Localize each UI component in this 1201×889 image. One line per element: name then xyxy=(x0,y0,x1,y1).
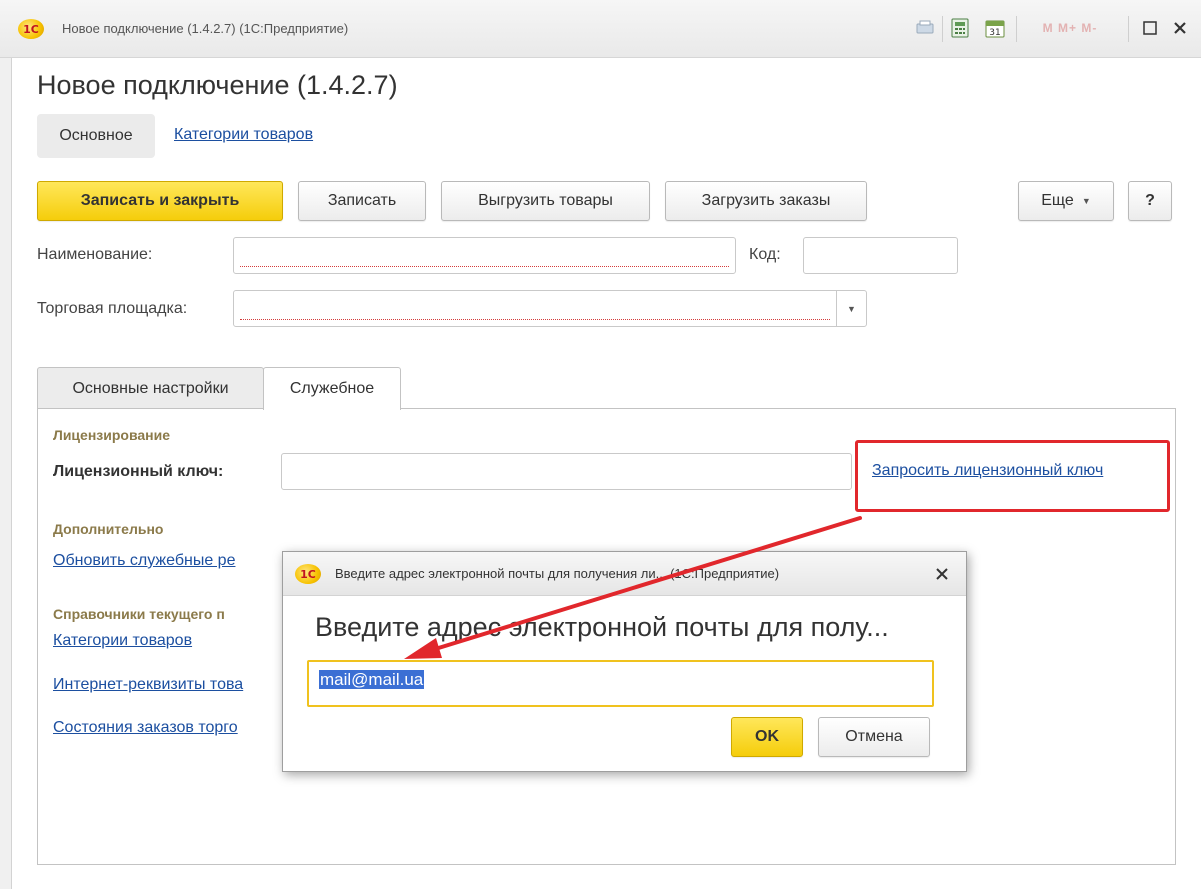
svg-text:31: 31 xyxy=(989,28,1000,38)
window-left-edge xyxy=(0,58,12,889)
window-title: Новое подключение (1.4.2.7) (1С:Предприя… xyxy=(62,21,349,36)
close-icon[interactable] xyxy=(1168,17,1192,39)
nav-link-categories[interactable]: Категории товаров xyxy=(174,126,313,144)
help-button[interactable]: ? xyxy=(1128,181,1172,221)
update-service-link[interactable]: Обновить служебные ре xyxy=(53,552,235,570)
licensing-header: Лицензирование xyxy=(53,427,171,443)
catalogs-header: Справочники текущего п xyxy=(53,606,225,622)
nav-main[interactable]: Основное xyxy=(37,114,155,158)
email-field[interactable]: mail@mail.ua xyxy=(307,660,934,707)
chevron-down-icon: ▼ xyxy=(1081,196,1091,206)
name-field[interactable] xyxy=(233,237,736,274)
save-close-button[interactable]: Записать и закрыть xyxy=(37,181,283,221)
license-key-field[interactable] xyxy=(281,453,852,490)
tab-basic-settings[interactable]: Основные настройки xyxy=(37,367,264,409)
email-value: mail@mail.ua xyxy=(319,670,425,689)
more-button[interactable]: Еще ▼ xyxy=(1018,181,1114,221)
highlight-box xyxy=(855,440,1170,512)
dialog-logo-icon: 1С xyxy=(295,564,321,584)
tab-service[interactable]: Служебное xyxy=(263,367,401,410)
maximize-icon[interactable] xyxy=(1138,17,1162,39)
email-dialog: 1С Введите адрес электронной почты для п… xyxy=(282,551,967,772)
cancel-button[interactable]: Отмена xyxy=(818,717,930,757)
dialog-close-icon[interactable] xyxy=(931,563,953,585)
page-title: Новое подключение (1.4.2.7) xyxy=(37,70,398,100)
toolbar-separator xyxy=(1128,16,1129,42)
load-orders-button[interactable]: Загрузить заказы xyxy=(665,181,867,221)
dialog-heading: Введите адрес электронной почты для полу… xyxy=(315,612,889,642)
catalog-link-internet-props[interactable]: Интернет-реквизиты това xyxy=(53,676,243,694)
calculator-icon[interactable] xyxy=(948,17,972,39)
catalog-link-order-states[interactable]: Состояния заказов торго xyxy=(53,719,238,737)
additional-header: Дополнительно xyxy=(53,521,164,537)
save-button[interactable]: Записать xyxy=(298,181,426,221)
toolbar-separator xyxy=(1016,16,1017,42)
memory-buttons-icon[interactable]: M M+ M- xyxy=(1025,17,1115,39)
upload-goods-button[interactable]: Выгрузить товары xyxy=(441,181,650,221)
app-logo-icon: 1С xyxy=(18,19,44,39)
more-label: Еще xyxy=(1041,192,1074,209)
name-label: Наименование: xyxy=(37,246,153,263)
marketplace-label: Торговая площадка: xyxy=(37,300,188,317)
dialog-title: Введите адрес электронной почты для полу… xyxy=(335,566,780,581)
print-preview-icon[interactable] xyxy=(912,17,938,39)
marketplace-select[interactable]: ▼ xyxy=(233,290,867,327)
code-label: Код: xyxy=(749,246,781,263)
calendar-icon[interactable]: 31 xyxy=(982,17,1008,39)
code-field[interactable] xyxy=(803,237,958,274)
license-key-label: Лицензионный ключ: xyxy=(53,463,224,480)
ok-button[interactable]: OK xyxy=(731,717,803,757)
catalog-link-categories[interactable]: Категории товаров xyxy=(53,632,192,650)
toolbar-separator xyxy=(942,16,943,42)
dropdown-arrow-icon[interactable]: ▼ xyxy=(836,291,866,326)
